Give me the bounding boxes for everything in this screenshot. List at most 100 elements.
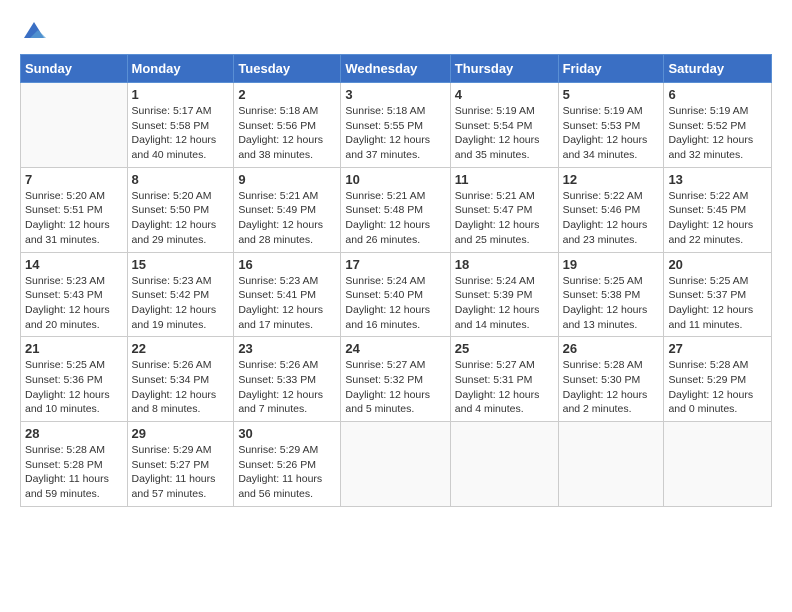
- calendar-week-row: 21 Sunrise: 5:25 AM Sunset: 5:36 PM Dayli…: [21, 337, 772, 422]
- calendar-cell: 3 Sunrise: 5:18 AM Sunset: 5:55 PM Daylig…: [341, 83, 450, 168]
- day-info: Sunrise: 5:23 AM Sunset: 5:41 PM Dayligh…: [238, 274, 336, 333]
- calendar-cell: 18Sunrise: 5:24 AM Sunset: 5:39 PM Dayli…: [450, 252, 558, 337]
- day-number: 29: [132, 426, 230, 441]
- day-number: 11: [455, 172, 554, 187]
- day-number: 20: [668, 257, 767, 272]
- day-info: Sunrise: 5:29 AM Sunset: 5:26 PM Dayligh…: [238, 443, 336, 502]
- calendar-cell: [664, 422, 772, 507]
- day-number: 30: [238, 426, 336, 441]
- day-info: Sunrise: 5:24 AM Sunset: 5:39 PM Dayligh…: [455, 274, 554, 333]
- calendar-cell: [450, 422, 558, 507]
- day-info: Sunrise: 5:25 AM Sunset: 5:36 PM Dayligh…: [25, 358, 123, 417]
- calendar-cell: 8 Sunrise: 5:20 AM Sunset: 5:50 PM Daylig…: [127, 167, 234, 252]
- day-number: 27: [668, 341, 767, 356]
- calendar-cell: 14Sunrise: 5:23 AM Sunset: 5:43 PM Dayli…: [21, 252, 128, 337]
- day-number: 13: [668, 172, 767, 187]
- calendar-header-monday: Monday: [127, 55, 234, 83]
- calendar-cell: 26 Sunrise: 5:28 AM Sunset: 5:30 PM Dayli…: [558, 337, 664, 422]
- calendar-header-tuesday: Tuesday: [234, 55, 341, 83]
- day-info: Sunrise: 5:26 AM Sunset: 5:33 PM Dayligh…: [238, 358, 336, 417]
- day-number: 6: [668, 87, 767, 102]
- day-number: 8: [132, 172, 230, 187]
- calendar-cell: 23 Sunrise: 5:26 AM Sunset: 5:33 PM Dayli…: [234, 337, 341, 422]
- day-number: 2: [238, 87, 336, 102]
- calendar-cell: [558, 422, 664, 507]
- day-number: 16: [238, 257, 336, 272]
- day-info: Sunrise: 5:19 AM Sunset: 5:52 PM Dayligh…: [668, 104, 767, 163]
- calendar-cell: 10 Sunrise: 5:21 AM Sunset: 5:48 PM Dayli…: [341, 167, 450, 252]
- calendar-header-row: SundayMondayTuesdayWednesdayThursdayFrid…: [21, 55, 772, 83]
- day-info: Sunrise: 5:18 AM Sunset: 5:55 PM Dayligh…: [345, 104, 445, 163]
- calendar-cell: 4 Sunrise: 5:19 AM Sunset: 5:54 PM Daylig…: [450, 83, 558, 168]
- calendar-header-sunday: Sunday: [21, 55, 128, 83]
- day-info: Sunrise: 5:17 AM Sunset: 5:58 PM Dayligh…: [132, 104, 230, 163]
- calendar-cell: 17 Sunrise: 5:24 AM Sunset: 5:40 PM Dayli…: [341, 252, 450, 337]
- calendar-header-thursday: Thursday: [450, 55, 558, 83]
- day-info: Sunrise: 5:25 AM Sunset: 5:37 PM Dayligh…: [668, 274, 767, 333]
- calendar-cell: [21, 83, 128, 168]
- day-info: Sunrise: 5:22 AM Sunset: 5:46 PM Dayligh…: [563, 189, 660, 248]
- day-info: Sunrise: 5:26 AM Sunset: 5:34 PM Dayligh…: [132, 358, 230, 417]
- calendar-cell: 15 Sunrise: 5:23 AM Sunset: 5:42 PM Dayli…: [127, 252, 234, 337]
- day-info: Sunrise: 5:28 AM Sunset: 5:30 PM Dayligh…: [563, 358, 660, 417]
- calendar-cell: 9Sunrise: 5:21 AM Sunset: 5:49 PM Daylig…: [234, 167, 341, 252]
- day-number: 28: [25, 426, 123, 441]
- day-info: Sunrise: 5:23 AM Sunset: 5:42 PM Dayligh…: [132, 274, 230, 333]
- calendar-cell: 28 Sunrise: 5:28 AM Sunset: 5:28 PM Dayli…: [21, 422, 128, 507]
- day-number: 5: [563, 87, 660, 102]
- calendar-header-friday: Friday: [558, 55, 664, 83]
- day-number: 19: [563, 257, 660, 272]
- day-number: 14: [25, 257, 123, 272]
- calendar-cell: 6 Sunrise: 5:19 AM Sunset: 5:52 PM Daylig…: [664, 83, 772, 168]
- calendar-week-row: 28 Sunrise: 5:28 AM Sunset: 5:28 PM Dayli…: [21, 422, 772, 507]
- calendar-cell: 12 Sunrise: 5:22 AM Sunset: 5:46 PM Dayli…: [558, 167, 664, 252]
- day-number: 3: [345, 87, 445, 102]
- day-info: Sunrise: 5:20 AM Sunset: 5:50 PM Dayligh…: [132, 189, 230, 248]
- calendar-cell: 30 Sunrise: 5:29 AM Sunset: 5:26 PM Dayli…: [234, 422, 341, 507]
- page-header: [20, 20, 772, 44]
- day-number: 26: [563, 341, 660, 356]
- calendar-cell: 13 Sunrise: 5:22 AM Sunset: 5:45 PM Dayli…: [664, 167, 772, 252]
- calendar-cell: 27Sunrise: 5:28 AM Sunset: 5:29 PM Dayli…: [664, 337, 772, 422]
- day-number: 17: [345, 257, 445, 272]
- day-info: Sunrise: 5:29 AM Sunset: 5:27 PM Dayligh…: [132, 443, 230, 502]
- day-info: Sunrise: 5:27 AM Sunset: 5:31 PM Dayligh…: [455, 358, 554, 417]
- calendar-cell: 20 Sunrise: 5:25 AM Sunset: 5:37 PM Dayli…: [664, 252, 772, 337]
- calendar-header-wednesday: Wednesday: [341, 55, 450, 83]
- day-info: Sunrise: 5:19 AM Sunset: 5:54 PM Dayligh…: [455, 104, 554, 163]
- calendar-cell: 21 Sunrise: 5:25 AM Sunset: 5:36 PM Dayli…: [21, 337, 128, 422]
- calendar-week-row: 1 Sunrise: 5:17 AM Sunset: 5:58 PM Daylig…: [21, 83, 772, 168]
- calendar-cell: 25Sunrise: 5:27 AM Sunset: 5:31 PM Dayli…: [450, 337, 558, 422]
- day-info: Sunrise: 5:21 AM Sunset: 5:48 PM Dayligh…: [345, 189, 445, 248]
- day-info: Sunrise: 5:20 AM Sunset: 5:51 PM Dayligh…: [25, 189, 123, 248]
- calendar-cell: 22 Sunrise: 5:26 AM Sunset: 5:34 PM Dayli…: [127, 337, 234, 422]
- day-number: 21: [25, 341, 123, 356]
- calendar-cell: 29 Sunrise: 5:29 AM Sunset: 5:27 PM Dayli…: [127, 422, 234, 507]
- calendar-cell: [341, 422, 450, 507]
- day-number: 23: [238, 341, 336, 356]
- calendar-cell: 19 Sunrise: 5:25 AM Sunset: 5:38 PM Dayli…: [558, 252, 664, 337]
- day-number: 24: [345, 341, 445, 356]
- day-number: 22: [132, 341, 230, 356]
- day-info: Sunrise: 5:18 AM Sunset: 5:56 PM Dayligh…: [238, 104, 336, 163]
- day-number: 1: [132, 87, 230, 102]
- day-info: Sunrise: 5:19 AM Sunset: 5:53 PM Dayligh…: [563, 104, 660, 163]
- calendar-week-row: 14Sunrise: 5:23 AM Sunset: 5:43 PM Dayli…: [21, 252, 772, 337]
- day-number: 12: [563, 172, 660, 187]
- calendar-cell: 7 Sunrise: 5:20 AM Sunset: 5:51 PM Daylig…: [21, 167, 128, 252]
- day-info: Sunrise: 5:28 AM Sunset: 5:28 PM Dayligh…: [25, 443, 123, 502]
- day-number: 10: [345, 172, 445, 187]
- day-number: 15: [132, 257, 230, 272]
- day-info: Sunrise: 5:22 AM Sunset: 5:45 PM Dayligh…: [668, 189, 767, 248]
- calendar-cell: 16 Sunrise: 5:23 AM Sunset: 5:41 PM Dayli…: [234, 252, 341, 337]
- calendar-table: SundayMondayTuesdayWednesdayThursdayFrid…: [20, 54, 772, 507]
- calendar-header-saturday: Saturday: [664, 55, 772, 83]
- day-info: Sunrise: 5:24 AM Sunset: 5:40 PM Dayligh…: [345, 274, 445, 333]
- day-number: 4: [455, 87, 554, 102]
- day-info: Sunrise: 5:27 AM Sunset: 5:32 PM Dayligh…: [345, 358, 445, 417]
- day-info: Sunrise: 5:21 AM Sunset: 5:49 PM Dayligh…: [238, 189, 336, 248]
- day-info: Sunrise: 5:25 AM Sunset: 5:38 PM Dayligh…: [563, 274, 660, 333]
- calendar-cell: 24 Sunrise: 5:27 AM Sunset: 5:32 PM Dayli…: [341, 337, 450, 422]
- calendar-cell: 1 Sunrise: 5:17 AM Sunset: 5:58 PM Daylig…: [127, 83, 234, 168]
- day-number: 7: [25, 172, 123, 187]
